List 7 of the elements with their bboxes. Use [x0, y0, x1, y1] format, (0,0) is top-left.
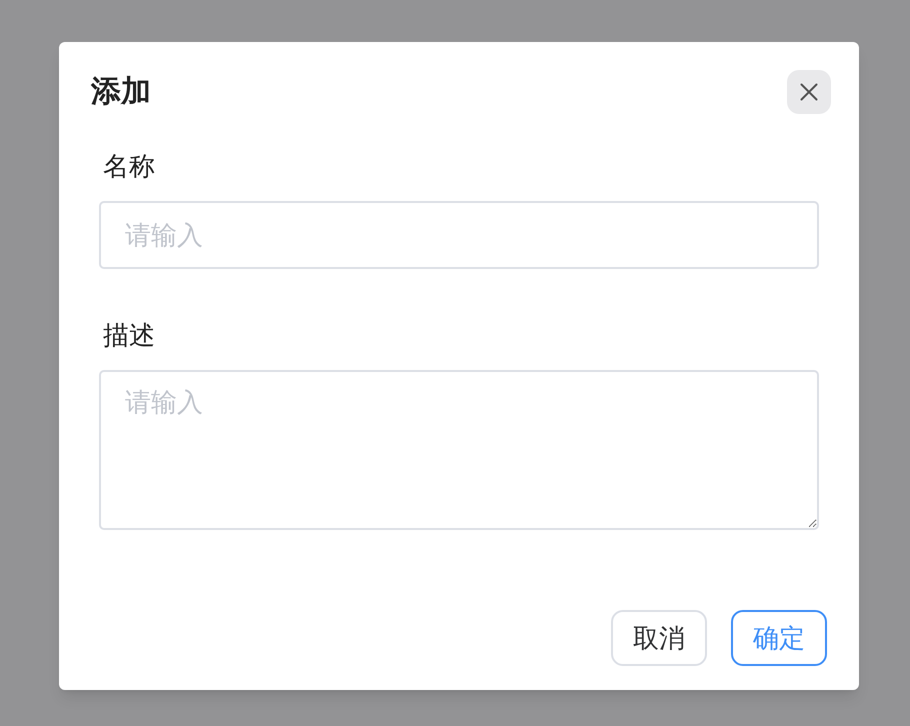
textarea-field[interactable]: 请输入	[99, 370, 819, 530]
dialog-title: 添加	[91, 74, 151, 110]
close-button[interactable]	[787, 70, 831, 114]
field-label: 描述	[102, 319, 155, 352]
cancel-button[interactable]: 取消	[611, 610, 707, 666]
field-label: 名称	[102, 150, 155, 183]
input-field[interactable]: 请输入	[99, 201, 819, 269]
